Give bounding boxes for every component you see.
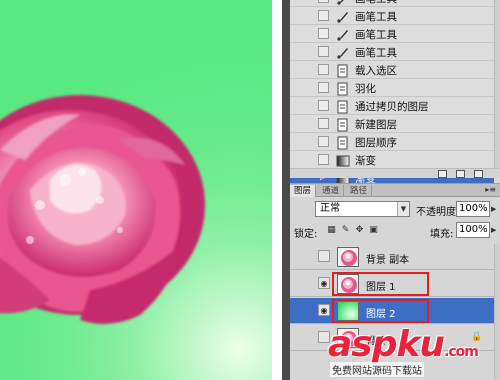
history-source-checkbox[interactable]: [318, 28, 329, 39]
new-document-from-state-icon[interactable]: [438, 170, 447, 178]
document-icon: [336, 135, 350, 150]
history-item[interactable]: 画笔工具: [290, 0, 494, 7]
history-source-checkbox[interactable]: [318, 82, 329, 93]
history-source-checkbox[interactable]: [318, 118, 329, 129]
fill-input[interactable]: 100%: [456, 222, 490, 238]
history-item-label: 画笔工具: [355, 11, 397, 23]
history-footer: [290, 168, 500, 178]
canvas-border: [272, 0, 282, 380]
watermark-tagline: 免费网站源码下载站: [330, 362, 424, 377]
panel-tabs: 图层 通道 路径 ▸≡: [290, 184, 500, 197]
history-panel: 画笔工具画笔工具画笔工具画笔工具载入选区羽化通过拷贝的图层新建图层图层顺序渐变渐…: [290, 0, 500, 187]
eye-visibility-icon[interactable]: ◉: [318, 277, 330, 289]
history-item-label: 通过拷贝的图层: [355, 101, 429, 113]
history-item[interactable]: 渐变: [290, 151, 494, 169]
history-item-label: 渐变: [355, 155, 376, 167]
lock-image-icon[interactable]: ✎: [340, 225, 351, 236]
fill-slider-arrow-icon[interactable]: ▶: [491, 222, 500, 238]
history-item[interactable]: 画笔工具: [290, 43, 494, 61]
panel-menu-icon[interactable]: ▸≡: [485, 185, 496, 194]
delete-state-icon[interactable]: [474, 170, 483, 178]
layer-row[interactable]: 背景 副本: [290, 244, 494, 270]
create-snapshot-icon[interactable]: [456, 170, 465, 178]
history-item[interactable]: 通过拷贝的图层: [290, 97, 494, 115]
history-item-label: 画笔工具: [355, 0, 397, 6]
layer-thumbnail: [337, 247, 359, 267]
history-item-label: 图层顺序: [355, 137, 397, 149]
history-item[interactable]: 羽化: [290, 79, 494, 97]
document-icon: [336, 117, 350, 132]
lock-position-icon[interactable]: ✥: [354, 225, 365, 236]
window-divider: [282, 0, 290, 380]
history-item[interactable]: 新建图层: [290, 115, 494, 133]
history-source-checkbox[interactable]: [318, 46, 329, 57]
history-item[interactable]: 画笔工具: [290, 7, 494, 25]
document-canvas[interactable]: [0, 0, 272, 380]
watermark-brand: aspku: [328, 324, 445, 365]
peony-flower-image: [0, 95, 205, 324]
opacity-label: 不透明度:: [416, 207, 460, 218]
layer-name: 背景 副本: [366, 255, 410, 266]
tab-channels[interactable]: 通道: [318, 185, 345, 197]
lock-row: 锁定: ▦ ✎ ✥ ▣ 填充: 100% ▶: [290, 222, 500, 240]
gradient-icon: [336, 153, 350, 167]
opacity-slider-arrow-icon[interactable]: ▶: [491, 201, 500, 217]
history-item[interactable]: 载入选区: [290, 61, 494, 79]
brush-icon: [336, 9, 350, 23]
document-icon: [336, 81, 350, 96]
history-source-checkbox[interactable]: [318, 10, 329, 21]
history-item-label: 画笔工具: [355, 29, 397, 41]
eye-visibility-icon[interactable]: ◉: [318, 304, 330, 316]
history-item-label: 载入选区: [355, 65, 397, 77]
layers-scrollbar[interactable]: [494, 244, 500, 380]
blend-mode-select[interactable]: 正常 ▼: [315, 201, 410, 217]
document-icon: [336, 63, 350, 78]
annotation-highlight-box: [332, 272, 429, 296]
brush-icon: [336, 27, 350, 41]
history-item-label: 羽化: [355, 83, 376, 95]
eye-visibility-icon[interactable]: [318, 250, 330, 262]
fill-label: 填充:: [430, 229, 454, 240]
document-icon: [336, 99, 350, 114]
lock-transparency-icon[interactable]: ▦: [326, 225, 337, 236]
lock-label: 锁定:: [294, 229, 318, 240]
watermark-tld: .com: [444, 344, 479, 360]
history-source-checkbox[interactable]: [318, 136, 329, 147]
history-item[interactable]: 图层顺序: [290, 133, 494, 151]
layer-row[interactable]: ◉ 图层 2: [290, 298, 494, 324]
lock-all-icon[interactable]: ▣: [368, 225, 379, 236]
brush-icon: [336, 45, 350, 59]
history-item-label: 画笔工具: [355, 47, 397, 59]
annotation-highlight-box: [332, 299, 429, 323]
history-source-checkbox[interactable]: [318, 154, 329, 165]
brush-icon: [336, 0, 350, 5]
history-scrollbar[interactable]: [494, 0, 500, 168]
tab-paths[interactable]: 路径: [346, 185, 373, 197]
history-source-checkbox[interactable]: [318, 100, 329, 111]
opacity-input[interactable]: 100%: [456, 201, 490, 217]
history-item[interactable]: 画笔工具: [290, 25, 494, 43]
chevron-down-icon: ▼: [397, 202, 409, 216]
layer-row[interactable]: ◉ 图层 1: [290, 271, 494, 297]
panels-area: 画笔工具画笔工具画笔工具画笔工具载入选区羽化通过拷贝的图层新建图层图层顺序渐变渐…: [290, 0, 500, 380]
history-source-checkbox[interactable]: [318, 0, 329, 3]
history-item-label: 新建图层: [355, 119, 397, 131]
tab-layers[interactable]: 图层: [290, 185, 317, 197]
blend-mode-value: 正常: [320, 203, 340, 214]
history-source-checkbox[interactable]: [318, 64, 329, 75]
